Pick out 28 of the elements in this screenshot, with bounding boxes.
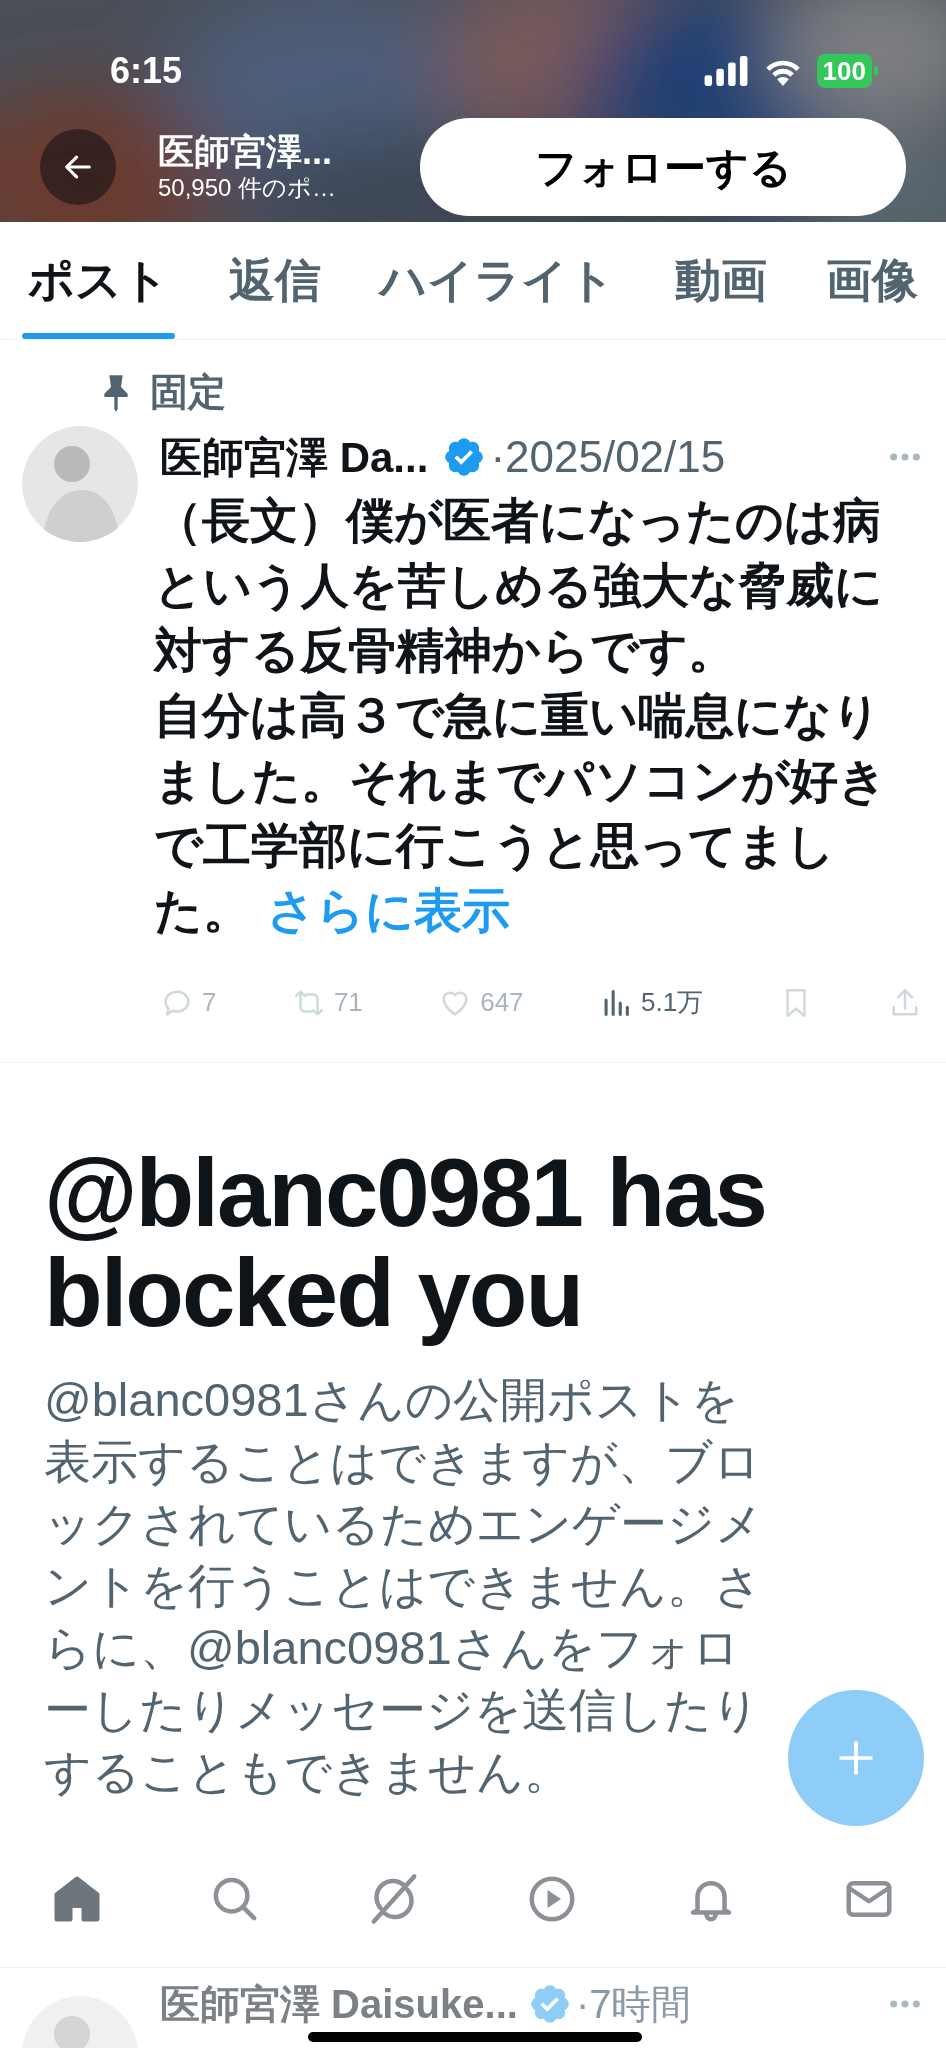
post-body: （長文）僕が医者になったのは病という人を苦しめる強大な脅威に対する反骨精神からです。 xyxy=(154,493,884,679)
profile-tab[interactable]: ポスト xyxy=(22,222,175,339)
post-count: 50,950 件のポ… xyxy=(158,173,338,203)
views-action[interactable]: 5.1万 xyxy=(599,983,704,1022)
battery-tip-icon xyxy=(874,66,878,76)
author-name: 医師宮澤 Da... xyxy=(160,432,429,483)
blocked-message: @blanc0981さんの公開ポストを表示することはできますが、ブロックされているためエンゲージメントを行うことはできません。さらに、@blanc0981さんをフォローしたりメッセージを送信したりすることもできません。 xyxy=(44,1372,764,1800)
post-body: 自分は高３で急に重い喘息になりました。それまでパソコンが好きで工学部に行こうと思ってました。 さらに表示 xyxy=(154,688,888,939)
post-time: ·7時間 xyxy=(575,1981,692,2027)
more-icon[interactable] xyxy=(888,1998,922,2010)
author-name: 医師宮澤 Daisuke... xyxy=(160,1981,518,2027)
signal-icon xyxy=(702,56,749,86)
action-count: 7 xyxy=(202,986,217,1019)
action-count: 71 xyxy=(333,986,363,1019)
status-time: 6:15 xyxy=(110,49,183,93)
battery-level: 100 xyxy=(816,54,872,88)
profile-tab[interactable]: ハイライト xyxy=(374,222,621,339)
action-count: 647 xyxy=(480,986,524,1019)
more-icon[interactable] xyxy=(888,451,922,463)
profile-tab[interactable]: 画像 xyxy=(820,222,924,339)
avatar-icon xyxy=(22,426,138,542)
post-date: ·2025/02/15 xyxy=(490,431,726,483)
profile-tab[interactable]: 動画 xyxy=(668,222,773,339)
profile-tab[interactable]: 返信 xyxy=(222,222,327,339)
pinned-label: 固定 xyxy=(150,369,226,415)
action-count: 5.1万 xyxy=(641,986,704,1019)
profile-name: 医師宮澤... xyxy=(158,131,333,173)
follow-button[interactable]: フォローする xyxy=(420,118,906,216)
